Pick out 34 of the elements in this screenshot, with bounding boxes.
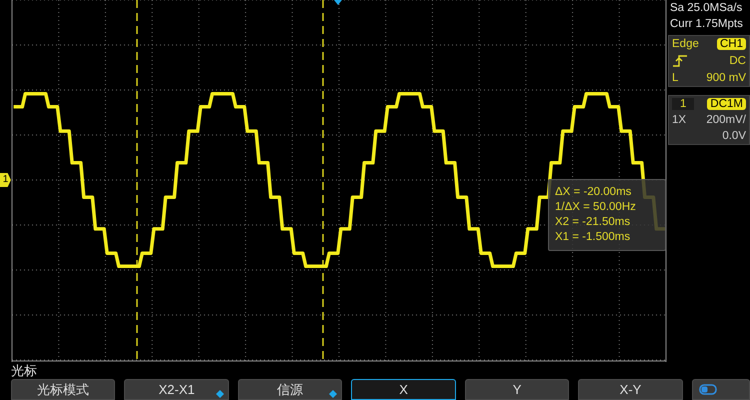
- menu-title: 光标: [10, 362, 37, 379]
- vertical-scale-text: 200mV/: [706, 114, 746, 126]
- cursor-readout-text: ΔX = -20.00ms: [555, 185, 632, 200]
- channel-coupling-badge: DC1M: [707, 98, 746, 110]
- trigger-position-icon: [334, 0, 342, 5]
- menu-button[interactable]: X2-X1: [124, 379, 229, 400]
- trigger-source-badge: CH1: [716, 38, 746, 50]
- cursor-line[interactable]: [136, 0, 138, 362]
- trigger-type-label: Edge: [672, 38, 699, 50]
- cursor-readout-text: X2 = -21.50ms: [555, 215, 632, 230]
- menu-button[interactable]: X: [351, 379, 456, 400]
- menu-button[interactable]: 光标模式: [11, 379, 116, 400]
- memory-depth-text: Curr 1.75Mpts: [669, 17, 744, 32]
- channel-panel[interactable]: 1 DC1M 1X 200mV/ 0.0V: [668, 95, 750, 145]
- toggle-icon: [698, 384, 717, 395]
- menu-button[interactable]: [692, 379, 750, 400]
- diamond-icon: [216, 390, 224, 398]
- probe-ratio-text: 1X: [672, 114, 686, 126]
- trigger-level-value: 900 mV: [706, 72, 746, 84]
- vertical-offset-text: 0.0V: [722, 130, 746, 142]
- diamond-icon: [329, 390, 338, 398]
- cursor-readout-text: X1 = -1.500ms: [555, 230, 632, 245]
- menu-button[interactable]: 信源: [238, 379, 342, 400]
- cursor-line[interactable]: [322, 0, 324, 362]
- channel-number: 1: [672, 98, 694, 110]
- rising-edge-icon: [672, 54, 688, 68]
- menu-button[interactable]: X-Y: [578, 379, 683, 400]
- trigger-panel[interactable]: Edge CH1 DC L 900 mV: [668, 35, 750, 87]
- menu-button[interactable]: Y: [464, 379, 570, 400]
- trigger-level-label: L: [672, 72, 678, 84]
- sample-rate-text: Sa 25.0MSa/s: [669, 1, 744, 16]
- channel-marker[interactable]: 1: [0, 173, 11, 187]
- cursor-readout-text: 1/ΔX = 50.00Hz: [555, 200, 637, 215]
- trigger-coupling-text: DC: [729, 55, 746, 67]
